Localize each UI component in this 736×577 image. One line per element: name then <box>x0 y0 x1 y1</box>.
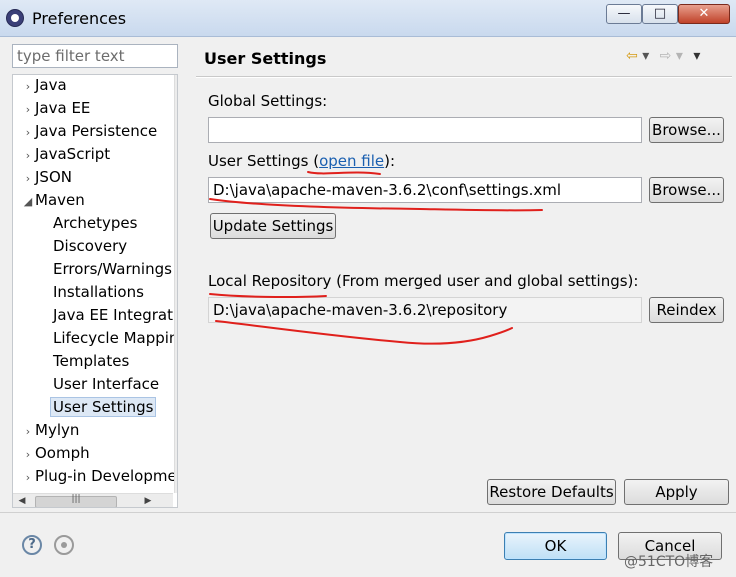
page-navigation: ⇦ ▾ ⇨ ▾ ▾ <box>626 48 700 64</box>
tree-item-label: Discovery <box>53 237 128 255</box>
tree-item-label: Oomph <box>35 444 90 462</box>
ok-button[interactable]: OK <box>504 532 607 560</box>
tree-item-label: Java EE Integration <box>53 306 177 324</box>
tree-item[interactable]: User Settings <box>50 396 157 418</box>
page-title: User Settings <box>204 49 327 68</box>
tree-item[interactable]: Templates <box>53 350 129 372</box>
preference-tree: › Java › Java EE › Java Persistence › JavaScrip… <box>12 74 178 508</box>
global-browse-button[interactable]: Browse... <box>649 117 724 143</box>
tree-item[interactable]: › Oomph <box>21 442 90 464</box>
tree-item-label: Errors/Warnings <box>53 260 172 278</box>
local-repository-field: D:\java\apache-maven-3.6.2\repository <box>208 297 642 323</box>
tree-item[interactable]: › Mylyn <box>21 419 80 443</box>
close-button[interactable]: ✕ <box>678 4 730 24</box>
title-bar: Preferences — □ ✕ <box>0 0 736 37</box>
expanded-arrow-icon[interactable]: ◢ <box>21 191 35 213</box>
collapsed-arrow-icon[interactable]: › <box>21 168 35 190</box>
record-icon[interactable] <box>54 535 74 555</box>
tree-item-label: Archetypes <box>53 214 138 232</box>
collapsed-arrow-icon[interactable]: › <box>21 421 35 443</box>
tree-item[interactable]: › Java Persistence <box>21 120 157 142</box>
tree-item-label: Mylyn <box>35 421 80 439</box>
collapsed-arrow-icon[interactable]: › <box>21 467 35 489</box>
tree-item[interactable]: › Java EE <box>21 97 91 121</box>
view-menu-icon[interactable]: ▾ <box>693 48 700 64</box>
back-menu-icon[interactable]: ▾ <box>642 48 649 64</box>
tree-item-label: JavaScript <box>35 145 111 163</box>
user-settings-label-text: User Settings ( <box>208 152 320 170</box>
scroll-left-icon[interactable]: ◀ <box>15 496 29 506</box>
user-settings-label-end: ): <box>384 152 396 170</box>
help-icon[interactable]: ? <box>22 535 42 555</box>
tree-item-label: Maven <box>35 191 85 209</box>
global-settings-field[interactable] <box>208 117 642 143</box>
restore-defaults-button[interactable]: Restore Defaults <box>487 479 616 505</box>
tree-item[interactable]: Errors/Warnings <box>53 258 172 280</box>
tree-item[interactable]: › Plug-in Development <box>21 465 178 489</box>
local-repository-label: Local Repository (From merged user and g… <box>208 272 639 290</box>
tree-item[interactable]: › JavaScript <box>21 143 110 165</box>
footer-divider <box>0 512 736 513</box>
tree-item-label: Plug-in Development <box>35 467 178 485</box>
tree-item-label: JSON <box>35 168 72 186</box>
collapsed-arrow-icon[interactable]: › <box>21 76 35 98</box>
tree-item-label: Java <box>35 76 67 94</box>
open-file-link[interactable]: open file <box>319 152 384 170</box>
vertical-scrollbar[interactable]: ▲ ≡ ▼ <box>174 75 178 493</box>
maximize-button[interactable]: □ <box>642 4 678 24</box>
user-browse-button[interactable]: Browse... <box>649 177 724 203</box>
tree-item-label: Templates <box>53 352 130 370</box>
tree-item[interactable]: ◢ Maven <box>21 189 85 211</box>
reindex-button[interactable]: Reindex <box>649 297 724 323</box>
eclipse-icon <box>6 9 24 27</box>
watermark: @51CTO博客 <box>624 554 714 570</box>
forward-arrow-icon[interactable]: ⇨ <box>660 48 672 64</box>
window-title: Preferences <box>32 9 127 28</box>
tree-item-label: Lifecycle Mappings <box>53 329 178 347</box>
tree-item-label: User Interface <box>53 375 160 393</box>
tree-item[interactable]: Installations <box>53 281 144 303</box>
tree-item[interactable]: User Interface <box>53 373 159 395</box>
horizontal-scrollbar[interactable]: ◀ ||| ▶ <box>13 493 173 507</box>
filter-input[interactable] <box>12 44 178 68</box>
tree-item[interactable]: Archetypes <box>53 212 137 234</box>
collapsed-arrow-icon[interactable]: › <box>21 99 35 121</box>
global-settings-label: Global Settings: <box>208 92 328 110</box>
apply-button[interactable]: Apply <box>624 479 729 505</box>
forward-menu-icon[interactable]: ▾ <box>676 48 683 64</box>
tree-item[interactable]: Lifecycle Mappings <box>53 327 178 349</box>
tree-item-label: User Settings <box>50 397 157 417</box>
tree-item-label: Installations <box>53 283 144 301</box>
tree-item-label: Java EE <box>35 99 91 117</box>
vertical-scroll-thumb[interactable]: ≡ <box>177 183 178 381</box>
tree-item[interactable]: Java EE Integration <box>53 304 177 326</box>
grip-icon: ||| <box>71 494 81 504</box>
tree-item[interactable]: › Java <box>21 75 67 98</box>
back-arrow-icon[interactable]: ⇦ <box>626 48 638 64</box>
header-divider <box>196 76 732 78</box>
horizontal-scroll-thumb[interactable]: ||| <box>35 494 117 507</box>
collapsed-arrow-icon[interactable]: › <box>21 122 35 144</box>
tree-item[interactable]: › JSON <box>21 166 72 188</box>
user-settings-field[interactable]: D:\java\apache-maven-3.6.2\conf\settings… <box>208 177 642 203</box>
collapsed-arrow-icon[interactable]: › <box>21 444 35 466</box>
tree-item-label: Java Persistence <box>35 122 158 140</box>
update-settings-button[interactable]: Update Settings <box>210 213 336 239</box>
scroll-right-icon[interactable]: ▶ <box>141 496 155 506</box>
collapsed-arrow-icon[interactable]: › <box>21 145 35 167</box>
scroll-down-icon[interactable]: ▼ <box>176 473 177 483</box>
user-settings-label: User Settings (open file): <box>208 152 395 170</box>
minimize-button[interactable]: — <box>606 4 642 24</box>
tree-item[interactable]: Discovery <box>53 235 127 257</box>
scroll-up-icon[interactable]: ▲ <box>176 77 177 87</box>
